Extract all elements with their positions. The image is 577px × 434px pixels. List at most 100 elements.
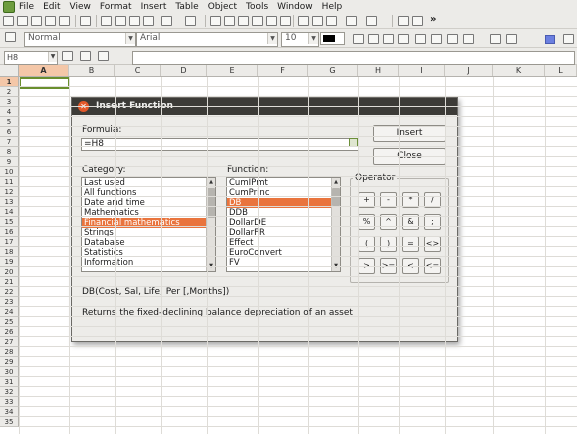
formula-field[interactable]: =H8	[81, 138, 359, 151]
undo-icon[interactable]	[161, 16, 172, 26]
open-icon[interactable]	[17, 16, 28, 26]
row-header-cell[interactable]: 32	[0, 387, 19, 397]
frame-icon[interactable]	[412, 16, 423, 26]
more-icon[interactable]	[563, 34, 574, 44]
equals-icon[interactable]	[98, 51, 109, 61]
bold-icon[interactable]	[353, 34, 364, 44]
spellcheck-icon[interactable]	[80, 16, 91, 26]
paste-icon[interactable]	[129, 16, 140, 26]
active-cell-cursor[interactable]	[19, 77, 70, 89]
menu-object[interactable]: Object	[208, 2, 237, 12]
menu-help[interactable]: Help	[322, 2, 343, 12]
select-all-corner[interactable]	[0, 65, 19, 76]
superscript-icon[interactable]	[415, 34, 426, 44]
column-header-cell[interactable]: A	[19, 65, 69, 76]
column-header-cell[interactable]: L	[545, 65, 577, 76]
row-header-cell[interactable]: 29	[0, 357, 19, 367]
strikethrough-icon[interactable]	[398, 34, 409, 44]
row-header-cell[interactable]: 14	[0, 207, 19, 217]
column-header-cell[interactable]: G	[308, 65, 358, 76]
row-header-cell[interactable]: 16	[0, 227, 19, 237]
row-header-cell[interactable]: 1	[0, 77, 19, 87]
row-header-cell[interactable]: 26	[0, 327, 19, 337]
row-header-cell[interactable]: 9	[0, 157, 19, 167]
column-header-cell[interactable]: B	[69, 65, 115, 76]
operator-button[interactable]: )	[380, 236, 397, 252]
name-box[interactable]: H8 ▼	[4, 51, 58, 65]
autofilter-icon[interactable]	[252, 16, 263, 26]
column-header-cell[interactable]: I	[399, 65, 445, 76]
menu-window[interactable]: Window	[277, 2, 313, 12]
sum-icon[interactable]	[80, 51, 91, 61]
row-header-cell[interactable]: 34	[0, 407, 19, 417]
function-list[interactable]: CumIPmt CumPrinc DB DDB DollarDE DollarFR Effe…	[226, 177, 341, 272]
navigator-icon[interactable]	[280, 16, 291, 26]
insert-button[interactable]: Insert	[373, 125, 446, 142]
print-icon[interactable]	[45, 16, 56, 26]
menu-edit[interactable]: Edit	[43, 2, 60, 12]
row-header-cell[interactable]: 35	[0, 417, 19, 427]
function-scrollbar[interactable]: ▲ ▼	[331, 178, 340, 271]
row-header-cell[interactable]: 8	[0, 147, 19, 157]
textbox-icon[interactable]	[398, 16, 409, 26]
menu-tools[interactable]: Tools	[246, 2, 268, 12]
column-header-cell[interactable]: D	[161, 65, 207, 76]
row-header-cell[interactable]: 27	[0, 337, 19, 347]
formula-icon[interactable]	[312, 16, 323, 26]
italic-icon[interactable]	[368, 34, 379, 44]
chart-icon[interactable]	[266, 16, 277, 26]
operator-button[interactable]: <>	[424, 236, 441, 252]
font-name-select[interactable]: Arial ▼	[136, 32, 278, 47]
row-header-cell[interactable]: 21	[0, 277, 19, 287]
row-header-cell[interactable]: 30	[0, 367, 19, 377]
row-header-cell[interactable]: 13	[0, 197, 19, 207]
menu-view[interactable]: View	[70, 2, 91, 12]
select-arrow-icon[interactable]	[5, 32, 16, 42]
scrollbar-thumb[interactable]	[207, 188, 215, 218]
menu-file[interactable]: File	[19, 2, 34, 12]
row-header-cell[interactable]: 7	[0, 137, 19, 147]
copy-icon[interactable]	[115, 16, 126, 26]
sort-ascending-icon[interactable]	[224, 16, 235, 26]
gallery-icon[interactable]	[346, 16, 357, 26]
draw-icon[interactable]	[326, 16, 337, 26]
row-header-cell[interactable]: 19	[0, 257, 19, 267]
anchor-icon[interactable]	[506, 34, 517, 44]
menu-insert[interactable]: Insert	[141, 2, 167, 12]
insert-special-icon[interactable]	[490, 34, 501, 44]
column-header-cell[interactable]: E	[207, 65, 258, 76]
row-header-cell[interactable]: 17	[0, 237, 19, 247]
hyperlink-icon[interactable]	[210, 16, 221, 26]
font-size-select[interactable]: 10 ▼	[281, 32, 319, 47]
row-header-cell[interactable]: 4	[0, 107, 19, 117]
row-header-cell[interactable]: 2	[0, 87, 19, 97]
table-grid-icon[interactable]	[298, 16, 309, 26]
column-header-cell[interactable]: F	[258, 65, 308, 76]
row-header-cell[interactable]: 5	[0, 117, 19, 127]
category-list[interactable]: Last usedAll functionsDate and timeMathe…	[81, 177, 216, 272]
font-color-button[interactable]	[320, 32, 345, 45]
redo-icon[interactable]	[185, 16, 196, 26]
sort-descending-icon[interactable]	[238, 16, 249, 26]
menu-table[interactable]: Table	[175, 2, 198, 12]
row-header-cell[interactable]: 11	[0, 177, 19, 187]
save-icon[interactable]	[31, 16, 42, 26]
row-header-cell[interactable]: 6	[0, 127, 19, 137]
column-header-cell[interactable]: H	[358, 65, 399, 76]
row-header-cell[interactable]: 25	[0, 317, 19, 327]
row-header-cell[interactable]: 10	[0, 167, 19, 177]
row-header-cell[interactable]: 20	[0, 267, 19, 277]
row-header-cell[interactable]: 24	[0, 307, 19, 317]
row-header-cell[interactable]: 12	[0, 187, 19, 197]
preview-icon[interactable]	[59, 16, 70, 26]
formula-input[interactable]	[132, 51, 575, 65]
row-header-cell[interactable]: 15	[0, 217, 19, 227]
align-center-icon[interactable]	[463, 34, 474, 44]
row-header-cell[interactable]: 28	[0, 347, 19, 357]
column-header-cell[interactable]: K	[493, 65, 545, 76]
row-header-cell[interactable]: 3	[0, 97, 19, 107]
operator-button[interactable]: =	[402, 236, 419, 252]
function-wizard-icon[interactable]	[62, 51, 73, 61]
row-header-cell[interactable]: 33	[0, 397, 19, 407]
toolbar-overflow-icon[interactable]: »	[430, 14, 436, 25]
